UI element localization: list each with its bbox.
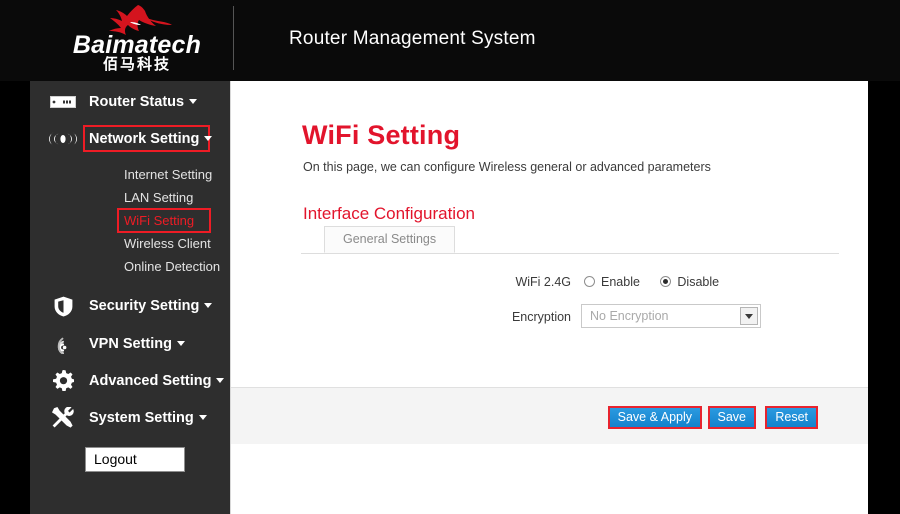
header-divider bbox=[233, 6, 234, 70]
sidebar-item-router-status[interactable]: Router Status bbox=[30, 81, 230, 122]
router-management-app: Baimatech 佰马科技 Router Management System bbox=[0, 0, 900, 514]
sidebar-subitem-online-detection[interactable]: Online Detection bbox=[30, 255, 230, 278]
encryption-label: Encryption bbox=[511, 310, 571, 324]
radio-label: Disable bbox=[677, 275, 720, 289]
sidebar-subitem-internet-setting[interactable]: Internet Setting bbox=[30, 163, 230, 186]
chevron-down-icon bbox=[204, 303, 213, 308]
radio-dot-icon bbox=[584, 276, 595, 287]
chevron-down-icon bbox=[204, 136, 213, 141]
gear-icon bbox=[48, 369, 78, 393]
save-button[interactable]: Save bbox=[707, 406, 756, 429]
chevron-down-icon bbox=[189, 98, 198, 104]
radio-wifi-enable[interactable]: Enable bbox=[584, 269, 640, 295]
sidebar-item-label: Router Status bbox=[89, 94, 198, 110]
submenu-spacer bbox=[30, 156, 230, 163]
field-row-encryption: Encryption No Encryption bbox=[231, 304, 869, 330]
router-device-icon bbox=[48, 90, 78, 114]
sidebar-subitem-wireless-client[interactable]: Wireless Client bbox=[30, 232, 230, 255]
wifi-waves-icon bbox=[48, 332, 78, 356]
tab-general-settings[interactable]: General Settings bbox=[324, 226, 456, 253]
sidebar-nav: Router Status Network Setting Internet S… bbox=[30, 81, 230, 436]
tab-bar: General Settings bbox=[301, 226, 839, 254]
chevron-down-icon bbox=[216, 377, 225, 383]
app-title: Router Management System bbox=[289, 28, 536, 49]
radio-wifi-disable[interactable]: Disable bbox=[660, 269, 719, 295]
app-header: Baimatech 佰马科技 Router Management System bbox=[0, 0, 900, 81]
chevron-down-icon[interactable] bbox=[740, 307, 758, 325]
save-and-apply-button[interactable]: Save & Apply bbox=[607, 406, 702, 429]
radio-label: Enable bbox=[601, 275, 640, 289]
sidebar-item-label: Advanced Setting bbox=[89, 373, 225, 389]
sidebar-subitem-label: Online Detection bbox=[124, 259, 221, 274]
page-subtitle: On this page, we can configure Wireless … bbox=[303, 160, 711, 174]
shield-icon bbox=[48, 294, 78, 318]
radio-dot-icon bbox=[660, 276, 672, 287]
brand-logo[interactable]: Baimatech 佰马科技 bbox=[62, 4, 212, 78]
main-content: WiFi Setting On this page, we can config… bbox=[230, 81, 868, 514]
page-title: WiFi Setting bbox=[302, 120, 461, 150]
wifi-24g-label: WiFi 2.4G bbox=[515, 275, 571, 289]
reset-button[interactable]: Reset bbox=[765, 406, 818, 429]
sidebar-item-security-setting[interactable]: Security Setting bbox=[30, 287, 230, 325]
sidebar-subitem-wifi-setting[interactable]: WiFi Setting bbox=[30, 208, 230, 233]
chevron-down-icon bbox=[198, 414, 207, 420]
sidebar-item-network-setting[interactable]: Network Setting bbox=[30, 122, 230, 156]
sidebar-subitem-label: Internet Setting bbox=[124, 167, 213, 182]
sidebar-item-label: System Setting bbox=[89, 410, 207, 426]
sidebar-item-advanced-setting[interactable]: Advanced Setting bbox=[30, 362, 230, 399]
wifi-24g-radio-group: Enable Disable bbox=[584, 269, 735, 295]
tools-icon bbox=[48, 406, 78, 430]
wifi-setting-highlight-box bbox=[117, 208, 211, 233]
submenu-spacer-bottom bbox=[30, 278, 230, 287]
sidebar-item-label: VPN Setting bbox=[89, 336, 185, 352]
logout-button[interactable]: Logout bbox=[85, 447, 185, 472]
chevron-down-icon bbox=[176, 340, 185, 346]
sidebar-subitem-label: Wireless Client bbox=[124, 236, 211, 251]
sidebar-item-label: Security Setting bbox=[89, 298, 213, 314]
sidebar-subitem-label: LAN Setting bbox=[124, 190, 194, 205]
section-title: Interface Configuration bbox=[303, 204, 475, 223]
sidebar-item-label: Network Setting bbox=[89, 131, 213, 147]
encryption-select[interactable]: No Encryption bbox=[581, 304, 761, 328]
broadcast-signal-icon bbox=[48, 127, 78, 151]
brand-wordmark-cn: 佰马科技 bbox=[102, 55, 171, 73]
sidebar-item-system-setting[interactable]: System Setting bbox=[30, 399, 230, 436]
encryption-select-value: No Encryption bbox=[590, 309, 669, 323]
sidebar-subitem-lan-setting[interactable]: LAN Setting bbox=[30, 186, 230, 209]
field-row-wifi-24g: WiFi 2.4G Enable Disable bbox=[231, 269, 869, 295]
sidebar-item-vpn-setting[interactable]: VPN Setting bbox=[30, 325, 230, 362]
sidebar: Router Status Network Setting Internet S… bbox=[30, 81, 230, 514]
form-action-bar: Save & Apply Save Reset bbox=[231, 387, 868, 444]
